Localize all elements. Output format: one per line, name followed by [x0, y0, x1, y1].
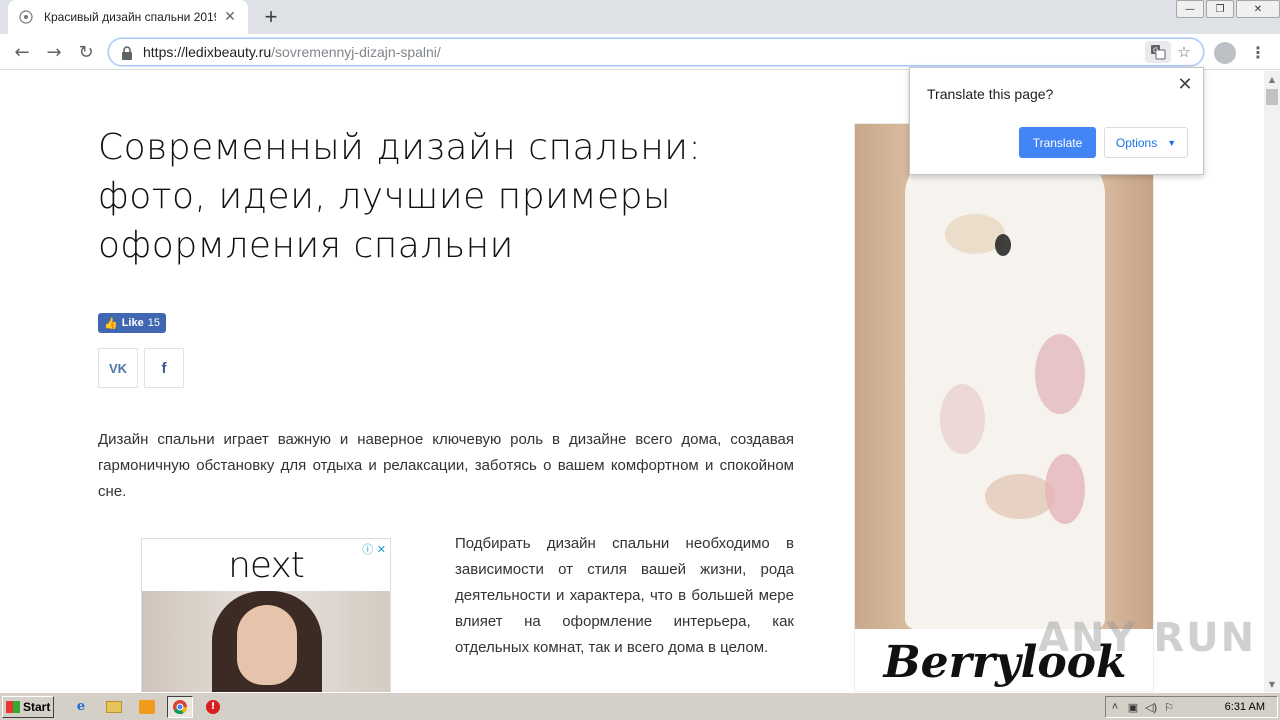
like-label: Like: [121, 317, 144, 329]
scroll-down-arrow-icon[interactable]: ▼: [1264, 676, 1280, 692]
thumbs-up-icon: 👍: [104, 317, 118, 330]
taskbar-clock[interactable]: 6:31 AM: [1225, 701, 1265, 713]
bubble-close-icon[interactable]: ✕: [1175, 74, 1195, 95]
svg-text:G: G: [1153, 47, 1158, 55]
url-host: https://ledixbeauty.ru: [143, 44, 272, 60]
ad-model-face: [237, 605, 297, 685]
translate-bubble: Translate this page? ✕ Translate Options…: [909, 67, 1204, 175]
chevron-down-icon: ▼: [1167, 137, 1177, 148]
url-path: /sovremennyj-dizajn-spalni/: [271, 44, 441, 60]
right-advertisement[interactable]: Berrylook: [854, 123, 1154, 692]
system-tray: ˄ ▣ ◁) ⚐ 6:31 AM: [1105, 696, 1278, 718]
forward-button[interactable]: →: [40, 38, 68, 66]
url-text: https://ledixbeauty.ru/sovremennyj-dizaj…: [143, 44, 441, 60]
dress-flower-print: [1035, 334, 1085, 414]
restore-button[interactable]: ❐: [1206, 0, 1234, 18]
windows-taskbar: Start e ! ˄ ▣ ◁) ⚐ 6:31 AM: [0, 692, 1280, 720]
article-paragraph-2: Подбирать дизайн спальни необходимо в за…: [455, 535, 794, 656]
windows-logo-icon: [6, 700, 20, 713]
media-player-icon[interactable]: [134, 696, 160, 718]
window-close-button[interactable]: ✕: [1236, 0, 1280, 18]
ad-photo: [142, 591, 390, 692]
quick-launch: e !: [68, 695, 233, 718]
scroll-up-arrow-icon[interactable]: ▲: [1264, 71, 1280, 87]
options-button[interactable]: Options ▼: [1104, 127, 1188, 158]
translate-button[interactable]: Translate: [1019, 127, 1096, 158]
tray-expand-icon[interactable]: ˄: [1106, 701, 1124, 713]
reload-button[interactable]: ↻: [72, 38, 100, 66]
folder-icon[interactable]: [101, 696, 127, 718]
left-advertisement[interactable]: next ⓘ ✕: [141, 538, 391, 692]
lock-icon: [121, 45, 135, 60]
chrome-icon[interactable]: [167, 695, 193, 718]
like-count: 15: [147, 317, 160, 329]
facebook-icon: f: [161, 359, 167, 377]
start-button[interactable]: Start: [2, 695, 54, 718]
article-paragraph-1: Дизайн спальни играет важную и наверное …: [98, 431, 794, 500]
vk-icon: VK: [108, 360, 128, 376]
internet-explorer-icon[interactable]: e: [68, 696, 94, 718]
translate-question: Translate this page?: [927, 86, 1054, 102]
tab-strip: Красивый дизайн спальни 2019-2020 ✕ + — …: [0, 0, 1280, 34]
tab-title: Красивый дизайн спальни 2019-2020: [44, 10, 216, 24]
article-headline: Современный дизайн спальни: фото, идеи, …: [98, 127, 702, 266]
ad-brand-next: next: [228, 545, 305, 586]
scroll-thumb[interactable]: [1266, 89, 1278, 105]
page-scrollbar[interactable]: ▲ ▼: [1264, 71, 1280, 692]
facebook-like-button[interactable]: 👍 Like 15: [98, 313, 166, 333]
options-label: Options: [1115, 135, 1158, 150]
back-button[interactable]: ←: [8, 38, 36, 66]
tab-close-icon[interactable]: ✕: [222, 9, 238, 25]
browser-menu-icon[interactable]: ⋮: [1248, 42, 1268, 62]
volume-icon[interactable]: ◁): [1142, 701, 1160, 714]
window-controls: — ❐ ✕: [1174, 0, 1280, 20]
new-tab-button[interactable]: +: [258, 4, 284, 30]
network-icon[interactable]: ▣: [1124, 701, 1142, 714]
translate-icon[interactable]: G: [1145, 41, 1171, 63]
browser-tab[interactable]: Красивый дизайн спальни 2019-2020 ✕: [8, 0, 248, 34]
action-center-flag-icon[interactable]: ⚐: [1160, 701, 1178, 714]
necklace-pendant: [995, 234, 1011, 256]
share-facebook-button[interactable]: f: [144, 348, 184, 388]
profile-avatar[interactable]: [1214, 42, 1236, 64]
adchoices-icon[interactable]: ⓘ ✕: [362, 541, 386, 557]
browser-toolbar: ← → ↻ https://ledixbeauty.ru/sovremennyj…: [0, 34, 1280, 70]
bookmark-star-icon[interactable]: ☆: [1171, 41, 1197, 63]
site-favicon-icon: [18, 9, 34, 25]
dress-flower-print: [940, 384, 985, 454]
anyrun-watermark: ANY RUN: [1038, 615, 1257, 661]
dress-flower-print: [1045, 454, 1085, 524]
address-bar[interactable]: https://ledixbeauty.ru/sovremennyj-dizaj…: [108, 38, 1204, 66]
antivirus-icon[interactable]: !: [200, 696, 226, 718]
start-label: Start: [23, 699, 51, 714]
share-vk-button[interactable]: VK: [98, 348, 138, 388]
minimize-button[interactable]: —: [1176, 0, 1204, 18]
